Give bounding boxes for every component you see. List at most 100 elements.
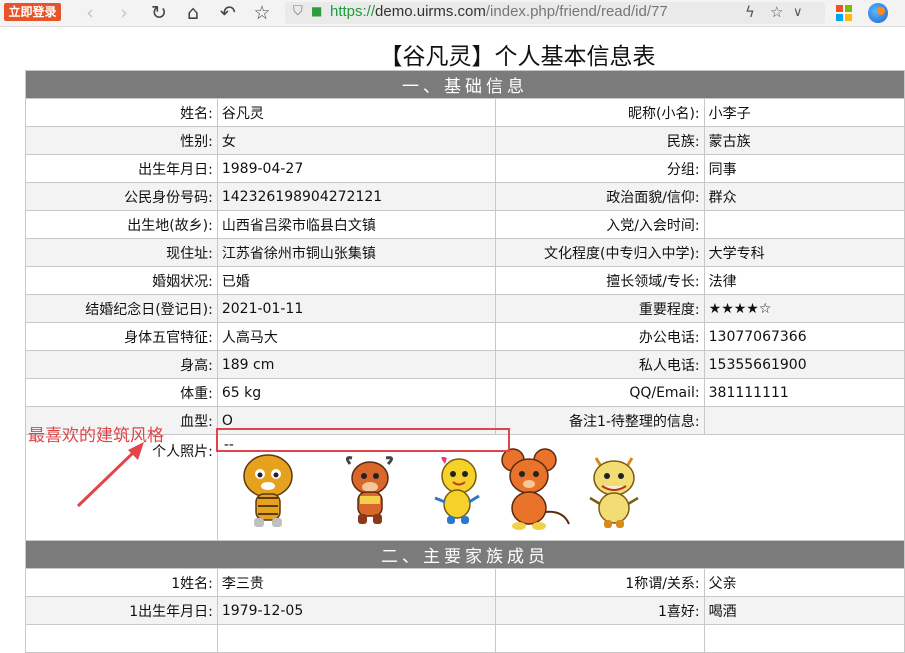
field-label: 现住址:: [25, 238, 218, 267]
reload-icon[interactable]: ↻: [147, 1, 171, 25]
field-value-2: 15355661900: [703, 350, 905, 379]
home-icon[interactable]: ⌂: [181, 1, 205, 25]
field-value: 142326198904272121: [216, 182, 496, 211]
mascot-ox-image: [345, 456, 393, 524]
url-text[interactable]: https://demo.uirms.com/index.php/friend/…: [330, 3, 668, 20]
field-value: 1989-04-27: [216, 154, 496, 183]
undo-icon[interactable]: ↶: [216, 1, 240, 25]
field-label: 婚姻状况:: [25, 266, 218, 295]
field-value: 已婚: [216, 266, 496, 295]
field-label-2: 擅长领域/专长:: [494, 266, 705, 295]
chevron-down-icon[interactable]: ∨: [793, 5, 803, 20]
field-label: 体重:: [25, 378, 218, 407]
section-header-family: 二、主要家族成员: [25, 540, 905, 569]
page-title: 【谷凡灵】个人基本信息表: [379, 44, 656, 70]
field-value-2: 父亲: [703, 568, 905, 597]
field-value-2: 蒙古族: [703, 126, 905, 155]
star-icon[interactable]: ☆: [250, 1, 274, 25]
table-row: 身高: 189 cm 私人电话: 15355661900: [25, 350, 905, 379]
table-row: 体重: 65 kg QQ/Email: 381111111: [25, 378, 905, 407]
field-value: 江苏省徐州市铜山张集镇: [216, 238, 496, 267]
info-table: 一、基础信息 姓名: 谷凡灵 昵称(小名): 小李子 性别: 女民族: 蒙古族 出生年月日: 1…: [25, 70, 905, 653]
table-row: 身体五官特征: 人高马大 办公电话: 13077067366: [25, 322, 905, 351]
section-header-basic: 一、基础信息: [25, 70, 905, 99]
forward-icon[interactable]: ›: [112, 1, 136, 25]
field-value: 189 cm: [216, 350, 496, 379]
table-row: 现住址: 江苏省徐州市铜山张集镇 文化程度(中专归入中学): 大学专科: [25, 238, 905, 267]
table-row-partial: [25, 624, 905, 653]
field-value: 女: [216, 126, 496, 155]
back-icon[interactable]: ‹: [78, 1, 102, 25]
browser-toolbar: 立即登录 ‹ › ↻ ⌂ ↶ ☆ ⛉ ■ https://demo.uirms.…: [0, 0, 905, 27]
family-rows: 1姓名: 李三贵 1称谓/关系: 父亲 1出生年月日: 1979-12-05 1喜好: 喝酒: [25, 568, 905, 625]
annotation-highlight-box: [216, 428, 510, 452]
field-value-2: 13077067366: [703, 322, 905, 351]
table-row: 公民身份号码: 142326198904272121 政治面貌/信仰: 群众: [25, 182, 905, 211]
lock-icon: ■: [311, 4, 323, 18]
mascot-dragon-image: [589, 457, 639, 528]
field-value: 1979-12-05: [216, 596, 496, 625]
field-value-2: ★★★★☆: [703, 294, 905, 323]
field-value: 65 kg: [216, 378, 496, 407]
bookmark-star-icon[interactable]: ☆: [770, 3, 783, 21]
partial-value-2: [703, 624, 905, 653]
section-basic-title: 一、基础信息: [25, 70, 905, 99]
field-value-2: [703, 406, 905, 435]
field-label: 姓名:: [25, 98, 218, 127]
field-value-2: 同事: [703, 154, 905, 183]
extension-icon[interactable]: [868, 3, 888, 23]
field-label: 身高:: [25, 350, 218, 379]
section-family-title: 二、主要家族成员: [25, 540, 905, 569]
field-label-2: 分组:: [494, 154, 705, 183]
field-label-2: 文化程度(中专归入中学):: [494, 238, 705, 267]
url-host: demo.uirms.com: [375, 3, 486, 20]
mascot-rabbit-image: [434, 456, 480, 524]
field-label: 1姓名:: [25, 568, 218, 597]
field-label-2: 昵称(小名):: [494, 98, 705, 127]
field-value: 李三贵: [216, 568, 496, 597]
field-label: 出生地(故乡):: [25, 210, 218, 239]
field-label-2: 1喜好:: [494, 596, 705, 625]
field-label: 性别:: [25, 126, 218, 155]
field-value: 2021-01-11: [216, 294, 496, 323]
partial-label-2: [494, 624, 705, 653]
field-label-2: 办公电话:: [494, 322, 705, 351]
table-row: 婚姻状况: 已婚 擅长领域/专长: 法律: [25, 266, 905, 295]
basic-rows: 姓名: 谷凡灵 昵称(小名): 小李子 性别: 女民族: 蒙古族 出生年月日: 1989-04-…: [25, 98, 905, 435]
partial-value: [216, 624, 496, 653]
table-row: 出生年月日: 1989-04-27 分组: 同事: [25, 154, 905, 183]
field-label-2: 1称谓/关系:: [494, 568, 705, 597]
field-value-2: [703, 210, 905, 239]
field-value: 山西省吕梁市临县白文镇: [216, 210, 496, 239]
field-value-2: 小李子: [703, 98, 905, 127]
field-label: 出生年月日:: [25, 154, 218, 183]
login-badge[interactable]: 立即登录: [4, 3, 61, 21]
mascot-tiger-image: [243, 454, 293, 527]
address-bar[interactable]: ⛉ ■ https://demo.uirms.com/index.php/fri…: [285, 2, 825, 24]
url-scheme: https://: [330, 3, 376, 20]
table-row: 结婚纪念日(登记日): 2021-01-11 重要程度: ★★★★☆: [25, 294, 905, 323]
mascot-mouse-image: [501, 448, 570, 530]
field-label: 身体五官特征:: [25, 322, 218, 351]
field-label: 1出生年月日:: [25, 596, 218, 625]
field-value-2: 喝酒: [703, 596, 905, 625]
field-label-2: QQ/Email:: [494, 378, 705, 407]
field-value: 人高马大: [216, 322, 496, 351]
table-row: 姓名: 谷凡灵 昵称(小名): 小李子: [25, 98, 905, 127]
lightning-icon[interactable]: ϟ: [745, 3, 755, 21]
field-value-2: 群众: [703, 182, 905, 211]
field-label-2: 入党/入会时间:: [494, 210, 705, 239]
ms-logo-icon[interactable]: [836, 5, 852, 21]
field-label-2: 政治面貌/信仰:: [494, 182, 705, 211]
field-label-2: 重要程度:: [494, 294, 705, 323]
field-label-2: 备注1-待整理的信息:: [494, 406, 705, 435]
partial-label: [25, 624, 218, 653]
field-value-2: 381111111: [703, 378, 905, 407]
field-label-2: 民族:: [494, 126, 705, 155]
table-row: 1出生年月日: 1979-12-05 1喜好: 喝酒: [25, 596, 905, 625]
shield-icon: ⛉: [293, 4, 303, 19]
field-value-2: 法律: [703, 266, 905, 295]
field-value: 谷凡灵: [216, 98, 496, 127]
field-value-2: 大学专科: [703, 238, 905, 267]
field-label: 公民身份号码:: [25, 182, 218, 211]
